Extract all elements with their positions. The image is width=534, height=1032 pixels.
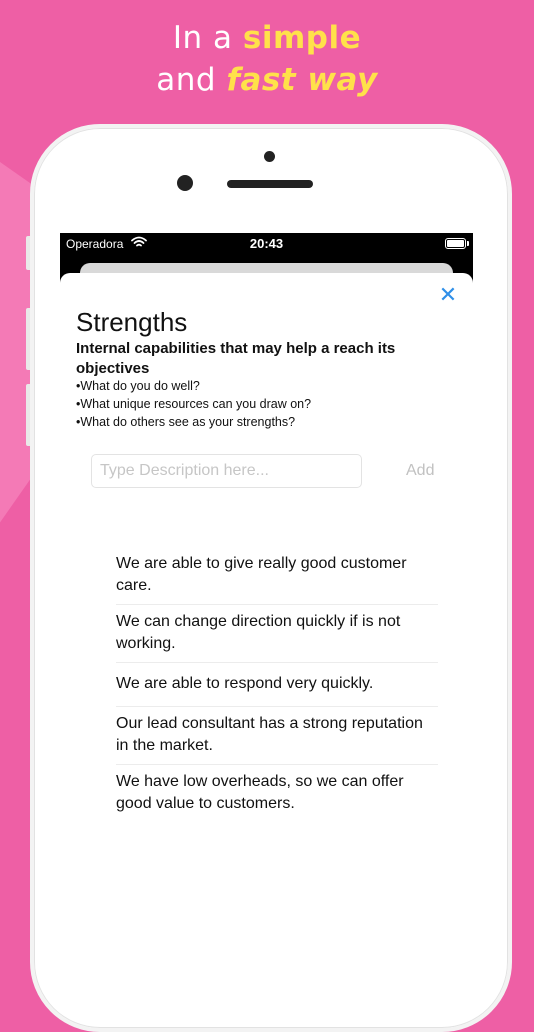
promo-headline-line1: In a simple [0, 20, 534, 56]
guidance-question: •What unique resources can you draw on? [76, 397, 312, 411]
guidance-question: •What do you do well? [76, 379, 200, 393]
description-input[interactable] [91, 454, 362, 488]
list-item[interactable]: We are able to give really good customer… [116, 547, 438, 605]
list-item[interactable]: Our lead consultant has a strong reputat… [116, 707, 438, 765]
page-subtitle: Internal capabilities that may help a re… [76, 340, 396, 377]
status-time: 20:43 [249, 236, 284, 251]
add-button[interactable]: Add [406, 462, 434, 480]
phone-screen: Operadora 20:43 ✕ Strengths Internal cap… [60, 233, 473, 950]
battery-icon [445, 238, 469, 249]
list-item[interactable]: We have low overheads, so we can offer g… [116, 765, 438, 822]
promo-highlight: simple [242, 20, 362, 56]
status-bar: Operadora 20:43 [60, 233, 473, 255]
front-camera [264, 151, 275, 162]
promo-highlight: fast way [226, 62, 378, 98]
strengths-list: We are able to give really good customer… [116, 547, 438, 822]
promo-text: In a [172, 20, 243, 56]
guidance-questions: •What do you do well? •What unique resou… [76, 377, 311, 431]
list-item[interactable]: We can change direction quickly if is no… [116, 605, 438, 663]
proximity-sensor [177, 175, 193, 191]
promo-text: and [156, 62, 227, 98]
page-title: Strengths [76, 307, 188, 337]
strengths-sheet: ✕ Strengths Internal capabilities that m… [60, 273, 473, 950]
guidance-question: •What do others see as your strengths? [76, 415, 296, 429]
close-icon[interactable]: ✕ [438, 285, 458, 307]
promo-headline-line2: and fast way [0, 62, 534, 98]
list-item[interactable]: We are able to respond very quickly. [116, 663, 438, 707]
earpiece-speaker [227, 180, 313, 188]
